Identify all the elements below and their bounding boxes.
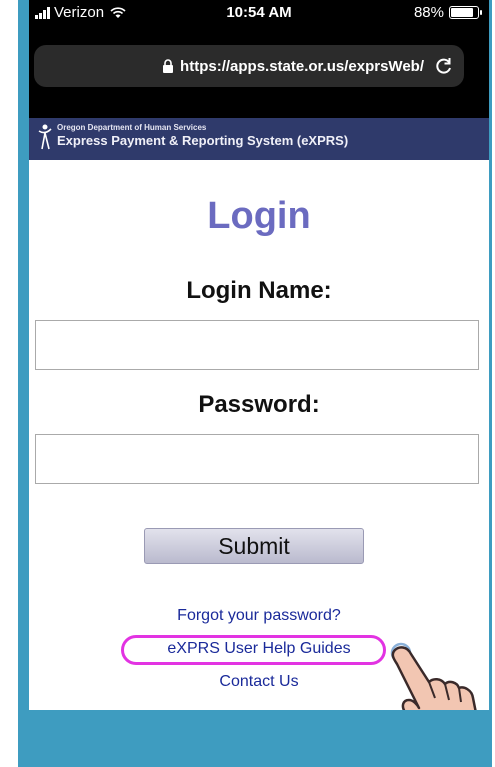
dhs-logo-icon [38, 124, 52, 150]
login-name-input[interactable] [35, 320, 479, 370]
site-banner: Oregon Department of Human Services Expr… [29, 118, 489, 160]
battery-percent: 88% [413, 4, 444, 21]
lock-icon [163, 59, 174, 73]
browser-chrome: Verizon 10:54 AM 88% https://apps.state.… [29, 0, 489, 118]
phone-screen: Verizon 10:54 AM 88% https://apps.state.… [29, 0, 489, 710]
pointing-hand-icon [390, 642, 477, 710]
login-name-label: Login Name: [186, 277, 332, 304]
address-bar[interactable]: https://apps.state.or.us/exprsWeb/ [34, 45, 464, 87]
banner-system: Express Payment & Reporting System (eXPR… [57, 133, 349, 148]
highlight-ellipse [121, 635, 386, 665]
submit-button[interactable]: Submit [144, 528, 364, 564]
url-display[interactable]: https://apps.state.or.us/exprsWeb/ [34, 45, 424, 87]
battery-icon [449, 6, 482, 19]
battery-group: 88% [413, 4, 482, 21]
page-title: Login [207, 195, 311, 237]
url-text: https://apps.state.or.us/exprsWeb/ [180, 57, 424, 75]
banner-org: Oregon Department of Human Services [57, 123, 207, 132]
forgot-password-link[interactable]: Forgot your password? [29, 607, 489, 625]
reload-icon[interactable] [434, 56, 454, 76]
status-bar: Verizon 10:54 AM 88% [29, 0, 489, 30]
password-label: Password: [198, 391, 320, 418]
password-input[interactable] [35, 434, 479, 484]
